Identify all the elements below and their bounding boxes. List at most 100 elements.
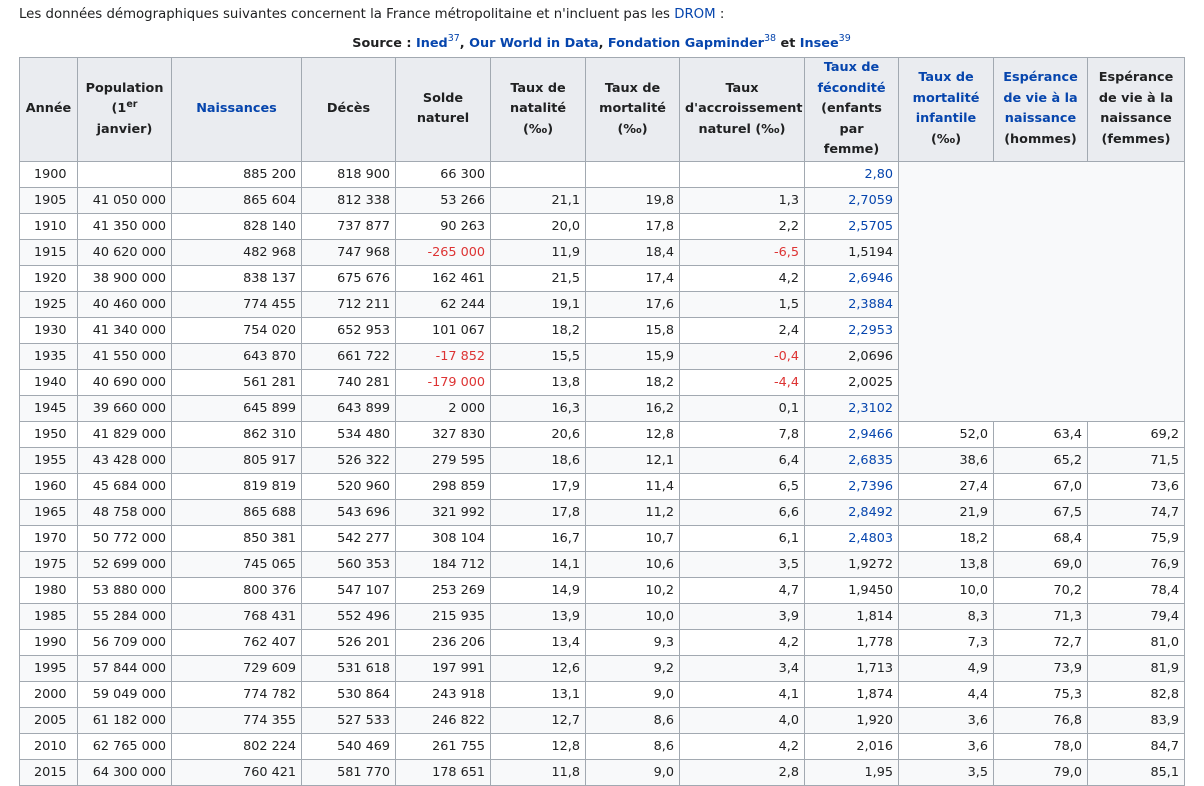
cell-naissances: 850 381 (171, 524, 302, 552)
cell-annee: 1930 (19, 316, 78, 344)
cell-naissances: 745 065 (171, 550, 302, 578)
cell-deces: 661 722 (301, 342, 396, 370)
cell-esperance-hommes: 67,0 (993, 472, 1088, 500)
cell-annee: 1935 (19, 342, 78, 370)
cell-solde-naturel: 261 755 (395, 732, 491, 760)
cell-esperance-femmes: 85,1 (1087, 758, 1185, 786)
cell-esperance-hommes: 71,3 (993, 602, 1088, 630)
mortalite-infantile-link: Taux de mortalité infantile (912, 70, 980, 127)
cell-population: 55 284 000 (77, 602, 172, 630)
cell-esperance-femmes: 83,9 (1087, 706, 1185, 734)
header-mortalite-infantile[interactable]: Taux de mortalité infantile (‰) (898, 57, 994, 162)
cell-mortalite-infantile: 13,8 (898, 550, 994, 578)
cell-accroissement: 2,2 (679, 212, 805, 240)
cell-fecondite: 2,8492 (804, 498, 899, 526)
cell-accroissement (679, 160, 805, 188)
caption-label: Source : (352, 36, 416, 51)
caption-sep-3: et (776, 36, 800, 51)
cell-naissances: 774 455 (171, 290, 302, 318)
cell-fecondite: 1,9450 (804, 576, 899, 604)
cell-natalite: 21,5 (490, 264, 586, 292)
gapminder-link[interactable]: Fondation Gapminder (608, 36, 764, 51)
cell-esperance-hommes: 70,2 (993, 576, 1088, 604)
ref-38-link[interactable]: 38 (764, 33, 776, 44)
table-row: 1955 43 428 000 805 917 526 322 279 595 18,6 1… (19, 446, 1185, 474)
owid-link[interactable]: Our World in Data (469, 36, 598, 51)
cell-population: 38 900 000 (77, 264, 172, 292)
insee-link[interactable]: Insee (800, 36, 839, 51)
ref-39-link[interactable]: 39 (839, 33, 851, 44)
ref-37-link[interactable]: 37 (448, 33, 460, 44)
cell-accroissement: 6,1 (679, 524, 805, 552)
cell-naissances: 800 376 (171, 576, 302, 604)
cell-solde-naturel: 101 067 (395, 316, 491, 344)
intro-text: Les données démographiques suivantes con… (19, 6, 724, 24)
ined-link[interactable]: Ined (416, 36, 448, 51)
cell-naissances: 838 137 (171, 264, 302, 292)
cell-deces: 712 211 (301, 290, 396, 318)
cell-mortalite: 9,2 (585, 654, 680, 682)
cell-mortalite-infantile: 27,4 (898, 472, 994, 500)
cell-annee: 1925 (19, 290, 78, 318)
cell-fecondite: 2,5705 (804, 212, 899, 240)
cell-accroissement: 4,0 (679, 706, 805, 734)
cell-population: 40 620 000 (77, 238, 172, 266)
cell-accroissement: 1,5 (679, 290, 805, 318)
cell-accroissement: 6,5 (679, 472, 805, 500)
header-fecondite[interactable]: Taux de fécondité (enfants par femme) (804, 57, 899, 162)
cell-accroissement: 4,7 (679, 576, 805, 604)
cell-accroissement: 3,9 (679, 602, 805, 630)
cell-fecondite: 2,9466 (804, 420, 899, 448)
cell-naissances: 760 421 (171, 758, 302, 786)
cell-naissances: 802 224 (171, 732, 302, 760)
header-annee: Année (19, 57, 78, 162)
cell-annee: 1905 (19, 186, 78, 214)
header-solde-naturel: Solde naturel (395, 57, 491, 162)
cell-fecondite: 1,5194 (804, 238, 899, 266)
cell-solde-naturel: 308 104 (395, 524, 491, 552)
cell-annee: 1995 (19, 654, 78, 682)
cell-naissances: 828 140 (171, 212, 302, 240)
cell-population: 61 182 000 (77, 706, 172, 734)
cell-fecondite: 2,3884 (804, 290, 899, 318)
cell-natalite: 14,9 (490, 576, 586, 604)
cell-annee: 1940 (19, 368, 78, 396)
cell-population: 41 050 000 (77, 186, 172, 214)
table-row: 1960 45 684 000 819 819 520 960 298 859 17,9 1… (19, 472, 1185, 500)
cell-mortalite: 9,0 (585, 680, 680, 708)
cell-fecondite: 1,874 (804, 680, 899, 708)
cell-mortalite: 11,2 (585, 498, 680, 526)
cell-mortalite-infantile: 21,9 (898, 498, 994, 526)
header-natalite: Taux de natalité (‰) (490, 57, 586, 162)
header-naissances[interactable]: Naissances (171, 57, 302, 162)
cell-annee: 1970 (19, 524, 78, 552)
cell-mortalite: 12,1 (585, 446, 680, 474)
cell-esperance-femmes: 73,6 (1087, 472, 1185, 500)
cell-natalite: 11,9 (490, 238, 586, 266)
caption-sep-1: , (459, 36, 470, 51)
drom-link[interactable]: DROM (674, 7, 715, 22)
cell-annee: 1900 (19, 160, 78, 188)
cell-deces: 812 338 (301, 186, 396, 214)
cell-deces: 547 107 (301, 576, 396, 604)
header-deces: Décès (301, 57, 396, 162)
cell-annee: 2015 (19, 758, 78, 786)
cell-deces: 543 696 (301, 498, 396, 526)
header-esperance-hommes[interactable]: Espérance de vie à la naissance (hommes) (993, 57, 1088, 162)
cell-deces: 560 353 (301, 550, 396, 578)
cell-accroissement: 4,2 (679, 732, 805, 760)
cell-deces: 643 899 (301, 394, 396, 422)
cell-population: 53 880 000 (77, 576, 172, 604)
cell-accroissement: 1,3 (679, 186, 805, 214)
cell-fecondite: 2,80 (804, 160, 899, 188)
cell-natalite: 12,6 (490, 654, 586, 682)
cell-population: 64 300 000 (77, 758, 172, 786)
cell-mortalite-infantile: 18,2 (898, 524, 994, 552)
cell-esperance-hommes: 75,3 (993, 680, 1088, 708)
cell-deces: 552 496 (301, 602, 396, 630)
header-esperance-femmes: Espérance de vie à la naissance (femmes) (1087, 57, 1185, 162)
empty-cell-block (898, 160, 1185, 422)
cell-naissances: 729 609 (171, 654, 302, 682)
cell-natalite: 17,9 (490, 472, 586, 500)
cell-esperance-hommes: 69,0 (993, 550, 1088, 578)
